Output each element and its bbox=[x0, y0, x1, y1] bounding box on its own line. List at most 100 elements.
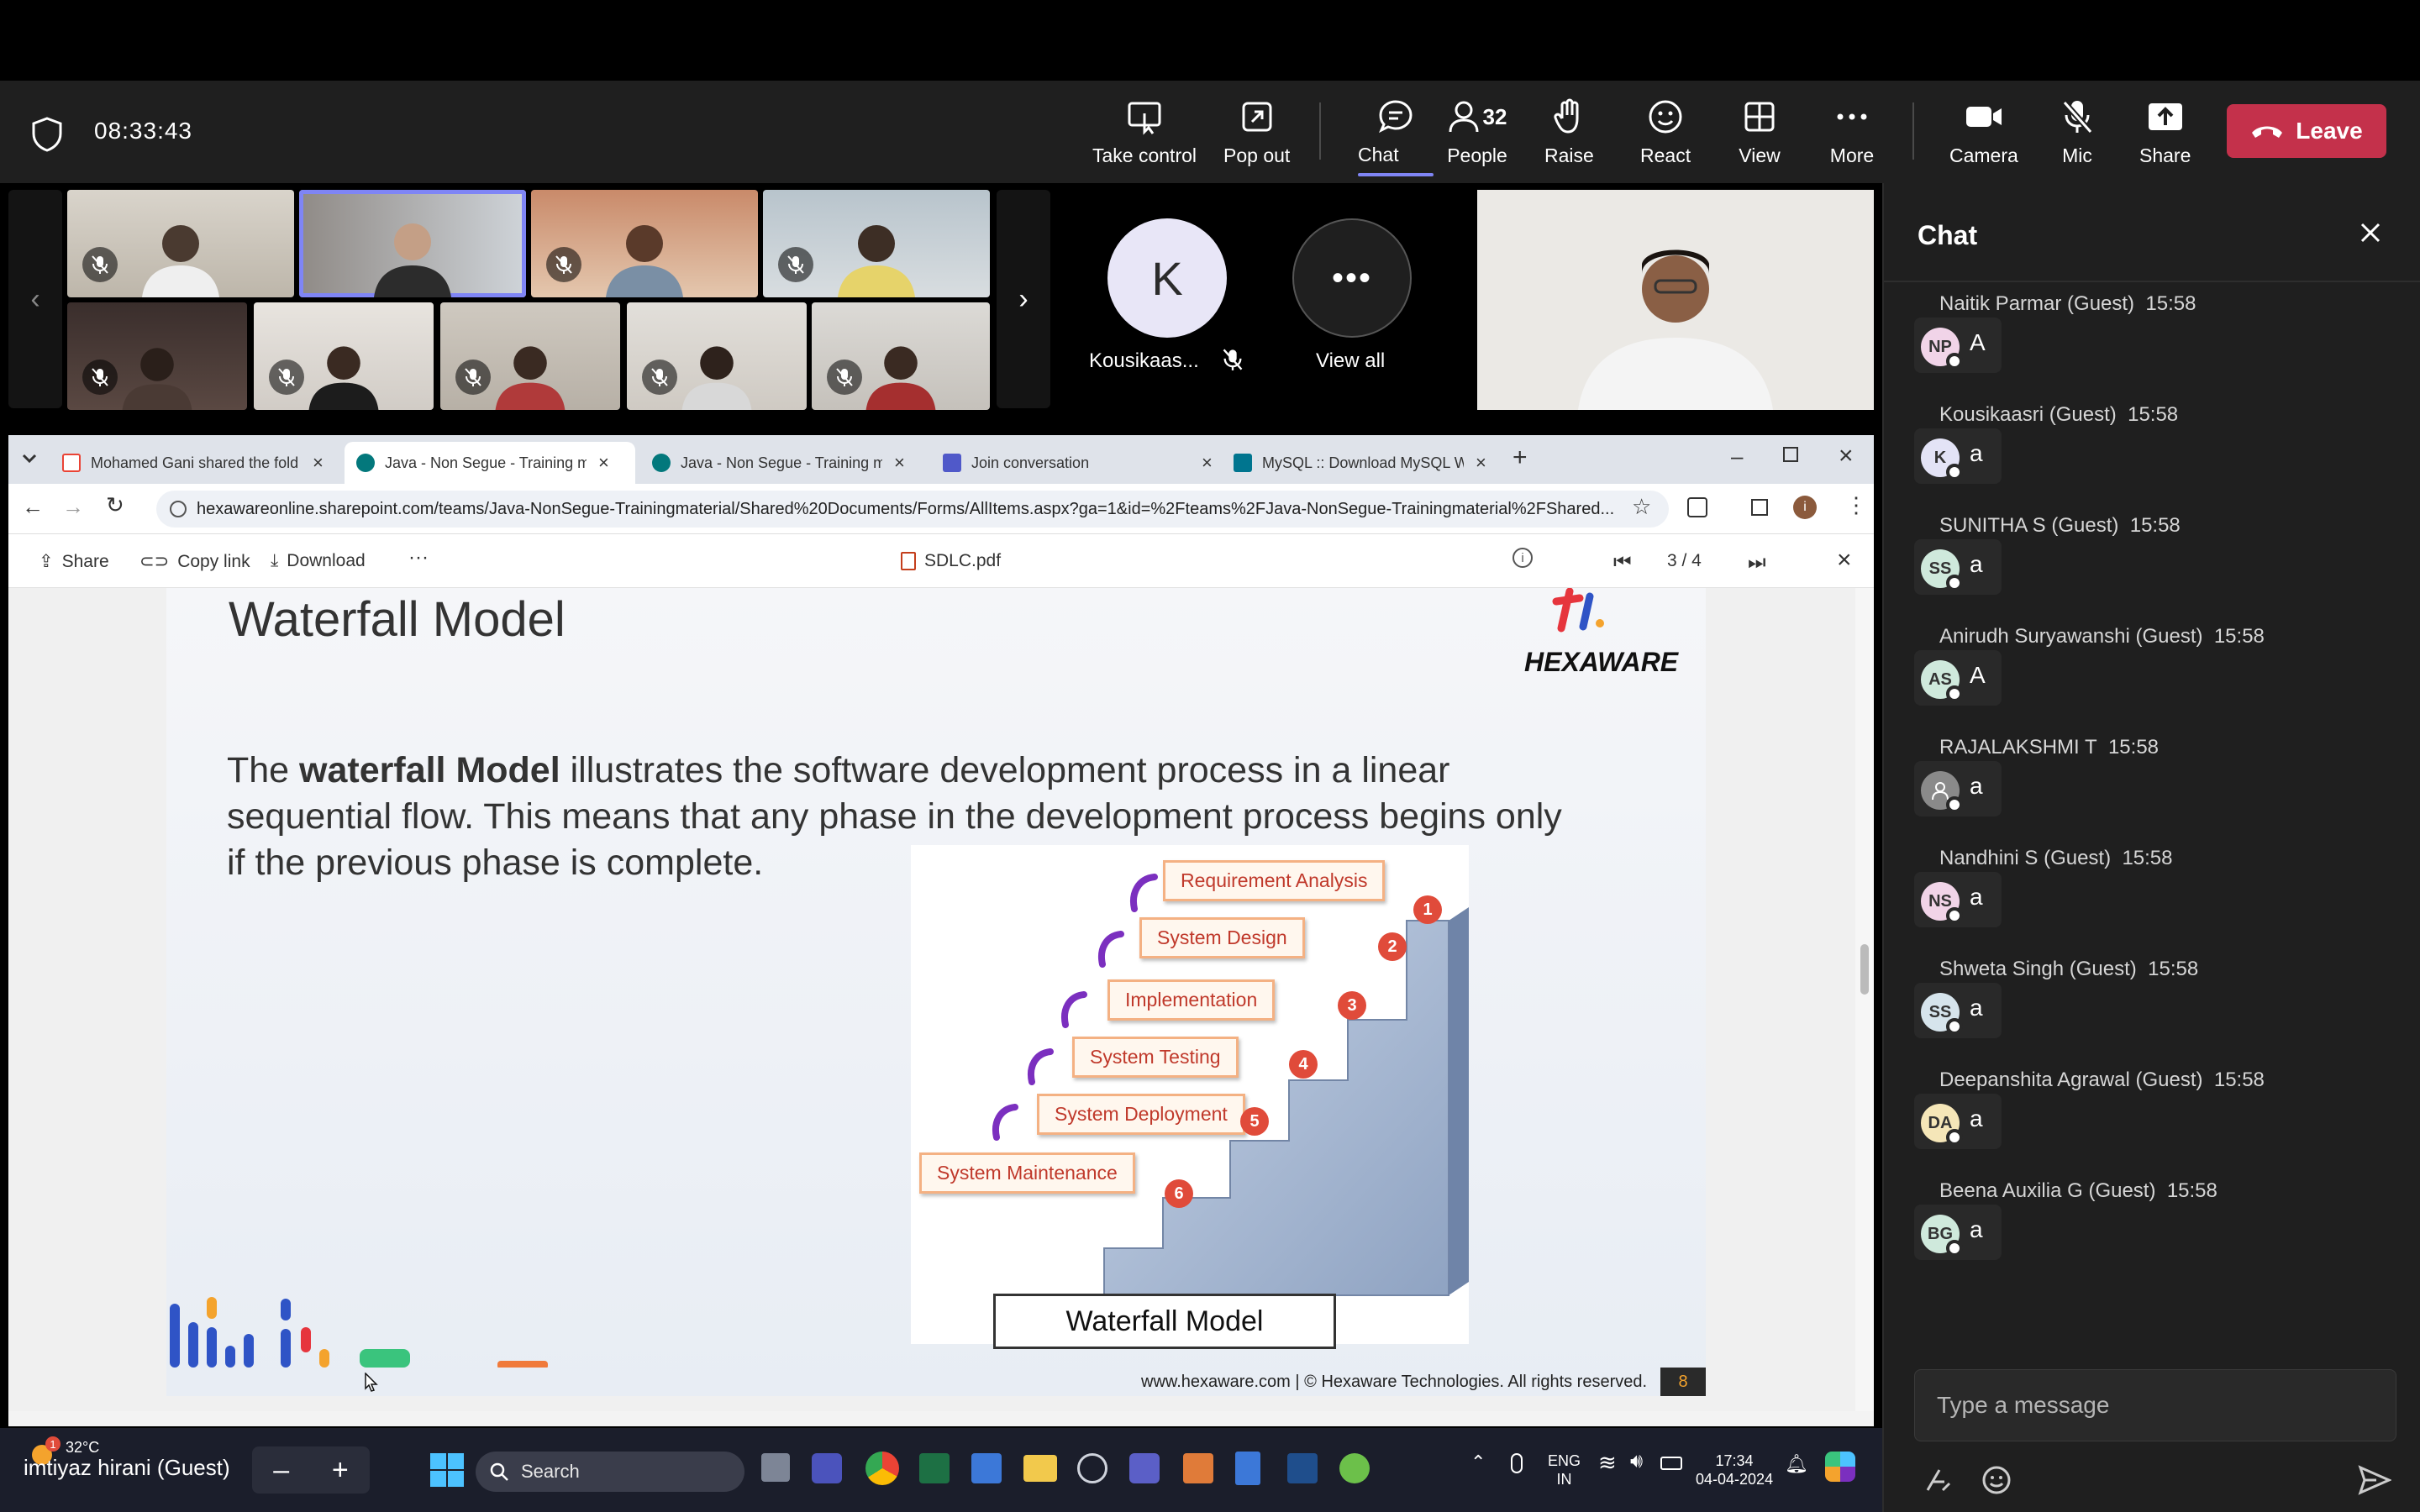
volume-icon[interactable]: 🔊︎ bbox=[1630, 1450, 1643, 1473]
close-icon[interactable]: × bbox=[1202, 452, 1213, 474]
new-tab-button[interactable]: + bbox=[1512, 444, 1528, 472]
sender-avatar[interactable]: BG bbox=[1921, 1215, 1963, 1257]
mysql-workbench-icon[interactable] bbox=[1287, 1453, 1318, 1483]
participant-video-tile[interactable] bbox=[812, 302, 990, 410]
more-button[interactable]: More bbox=[1828, 96, 1876, 176]
clock[interactable]: 17:34 04-04-2024 bbox=[1696, 1452, 1773, 1488]
gallery-prev-button[interactable]: ‹ bbox=[8, 190, 62, 408]
participant-video-tile[interactable] bbox=[531, 190, 758, 297]
participant-video-tile[interactable] bbox=[254, 302, 434, 410]
participant-video-tile[interactable] bbox=[67, 190, 294, 297]
participant-video-tile[interactable] bbox=[627, 302, 807, 410]
hexaware-decoration-graphic bbox=[170, 1297, 548, 1368]
first-page-button[interactable]: ⏮ bbox=[1613, 551, 1632, 575]
bookmark-star-icon[interactable]: ☆ bbox=[1632, 494, 1651, 520]
url-input[interactable]: hexawareonline.sharepoint.com/teams/Java… bbox=[156, 491, 1669, 528]
copilot-icon[interactable] bbox=[1825, 1452, 1855, 1482]
sender-avatar[interactable]: AS bbox=[1921, 660, 1963, 702]
send-icon[interactable] bbox=[2358, 1465, 2391, 1495]
reload-button[interactable]: ↻ bbox=[106, 492, 124, 518]
scrollbar-thumb[interactable] bbox=[1860, 944, 1869, 995]
chevron-down-icon[interactable] bbox=[22, 454, 37, 464]
emoji-icon[interactable] bbox=[1981, 1465, 2012, 1495]
take-control-button[interactable]: Take control bbox=[1092, 96, 1197, 176]
minimize-button[interactable]: – bbox=[1731, 444, 1743, 470]
participant-video-tile[interactable] bbox=[763, 190, 990, 297]
microphone-icon[interactable] bbox=[1511, 1453, 1523, 1473]
browser-tab-active[interactable]: Java - Non Segue - Training ma × bbox=[345, 442, 635, 484]
side-panel-icon[interactable] bbox=[1751, 499, 1768, 516]
pdf-scrollbar[interactable] bbox=[1855, 588, 1874, 1411]
pop-out-button[interactable]: Pop out bbox=[1223, 96, 1290, 176]
tray-overflow-icon[interactable]: ⌃ bbox=[1470, 1452, 1486, 1473]
site-info-icon[interactable] bbox=[170, 501, 187, 517]
window-close-button[interactable]: × bbox=[1839, 442, 1854, 470]
leave-button[interactable]: Leave bbox=[2227, 104, 2386, 158]
chat-button[interactable]: Chat bbox=[1358, 96, 1434, 176]
zoom-in-button[interactable]: + bbox=[332, 1454, 349, 1487]
notification-icon[interactable]: 🔔︎ bbox=[1785, 1453, 1808, 1475]
format-icon[interactable] bbox=[1923, 1465, 1953, 1495]
sender-avatar[interactable]: NS bbox=[1921, 882, 1963, 924]
language-indicator[interactable]: ENG IN bbox=[1548, 1452, 1581, 1488]
close-icon[interactable] bbox=[2358, 220, 2383, 245]
gallery-next-button[interactable]: › bbox=[997, 190, 1050, 408]
sender-avatar[interactable]: SS bbox=[1921, 549, 1963, 591]
participant-video-tile[interactable] bbox=[440, 302, 620, 410]
battery-icon[interactable] bbox=[1660, 1457, 1682, 1470]
close-icon[interactable]: × bbox=[1476, 452, 1486, 474]
pdf-share-button[interactable]: ⇪ Share bbox=[39, 551, 109, 572]
browser-tab[interactable]: Mohamed Gani shared the fold × bbox=[50, 442, 339, 484]
close-icon[interactable]: × bbox=[894, 452, 905, 474]
zoom-out-button[interactable]: – bbox=[273, 1454, 289, 1487]
sender-avatar[interactable]: NP bbox=[1921, 328, 1963, 370]
wifi-icon[interactable]: ≋ bbox=[1598, 1450, 1617, 1476]
file-explorer-icon[interactable] bbox=[1023, 1455, 1057, 1482]
last-page-button[interactable]: ⏭ bbox=[1748, 551, 1766, 575]
pdf-more-button[interactable]: ··· bbox=[408, 546, 429, 570]
view-all-button[interactable]: ••• bbox=[1292, 218, 1412, 338]
view-button[interactable]: View bbox=[1736, 96, 1783, 176]
participant-video-tile-active[interactable] bbox=[299, 190, 526, 297]
share-button[interactable]: Share bbox=[2139, 96, 2191, 176]
excel-icon[interactable] bbox=[919, 1453, 950, 1483]
windows-start-icon[interactable] bbox=[429, 1452, 466, 1488]
react-button[interactable]: React bbox=[1640, 96, 1691, 176]
raise-hand-button[interactable]: Raise bbox=[1544, 96, 1594, 176]
teams-chat-icon[interactable] bbox=[812, 1453, 842, 1483]
info-icon[interactable]: i bbox=[1512, 548, 1533, 568]
teams-icon[interactable] bbox=[1129, 1453, 1160, 1483]
camera-button[interactable]: Camera bbox=[1949, 96, 2018, 176]
document-icon[interactable] bbox=[1235, 1452, 1260, 1485]
close-icon[interactable]: × bbox=[313, 452, 324, 474]
sender-avatar[interactable]: K bbox=[1921, 438, 1963, 480]
app-icon[interactable] bbox=[971, 1453, 1002, 1483]
app-icon[interactable] bbox=[1183, 1453, 1213, 1483]
message-input[interactable]: Type a message bbox=[1914, 1369, 2396, 1441]
chrome-icon[interactable] bbox=[865, 1452, 899, 1485]
profile-avatar[interactable]: i bbox=[1793, 496, 1817, 519]
extensions-icon[interactable] bbox=[1687, 497, 1707, 517]
forward-button[interactable]: → bbox=[62, 494, 84, 520]
copy-link-button[interactable]: ⊂⊃ Copy link bbox=[139, 551, 250, 572]
people-button[interactable]: 32 People bbox=[1444, 96, 1511, 176]
app-icon[interactable] bbox=[1077, 1453, 1107, 1483]
pdf-close-button[interactable]: × bbox=[1837, 546, 1852, 575]
participant-avatar[interactable]: K bbox=[1107, 218, 1227, 338]
restore-button[interactable] bbox=[1783, 447, 1798, 462]
app-icon[interactable] bbox=[1339, 1453, 1370, 1483]
task-view-icon[interactable] bbox=[761, 1453, 790, 1482]
participant-video-tile[interactable] bbox=[67, 302, 247, 410]
browser-tab[interactable]: MySQL :: Download MySQL Wo × bbox=[1222, 442, 1512, 484]
mic-button[interactable]: Mic bbox=[2054, 96, 2101, 176]
back-button[interactable]: ← bbox=[22, 494, 44, 520]
browser-tab[interactable]: Java - Non Segue - Training ma × bbox=[640, 442, 931, 484]
download-button[interactable]: ⤓ Download bbox=[271, 551, 366, 571]
browser-tab[interactable]: Join conversation × bbox=[931, 442, 1222, 484]
browser-menu-icon[interactable]: ⋮ bbox=[1845, 492, 1867, 518]
sender-avatar[interactable] bbox=[1921, 771, 1963, 813]
close-icon[interactable]: × bbox=[598, 452, 609, 474]
sender-avatar[interactable]: DA bbox=[1921, 1104, 1963, 1146]
taskbar-search[interactable]: Search bbox=[476, 1452, 744, 1492]
sender-avatar[interactable]: SS bbox=[1921, 993, 1963, 1035]
